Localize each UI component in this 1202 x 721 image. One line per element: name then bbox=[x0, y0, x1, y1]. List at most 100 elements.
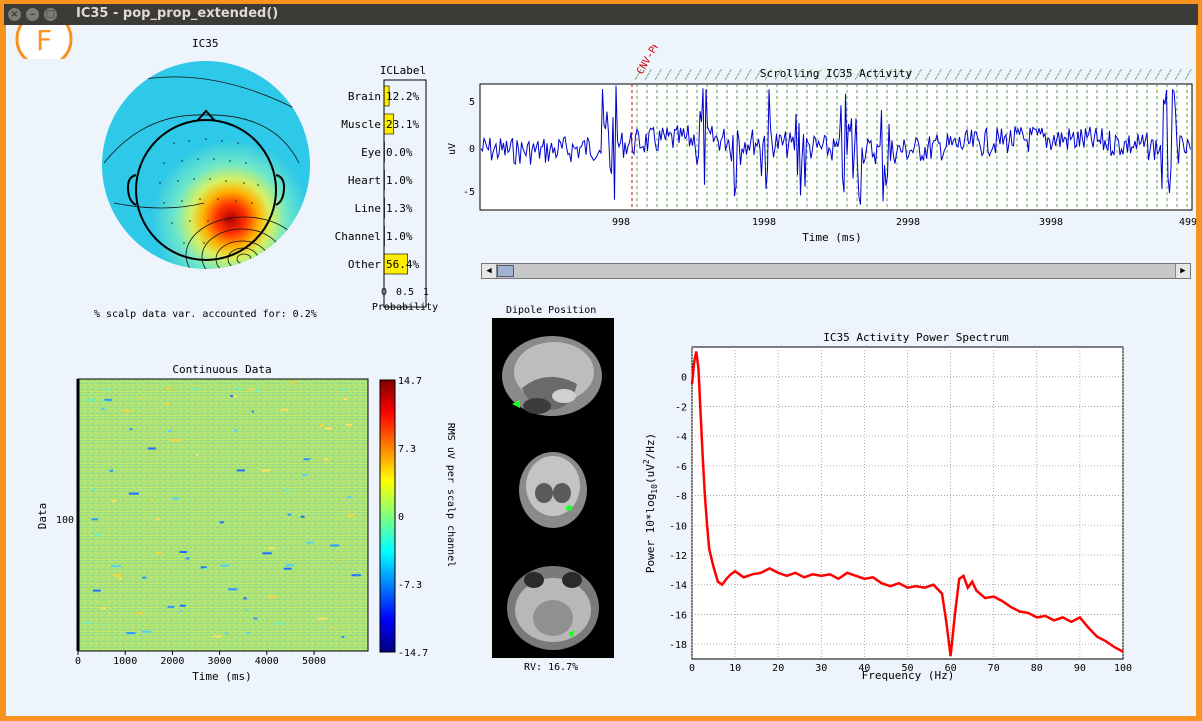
data-streak bbox=[317, 617, 328, 620]
window-title: IC35 - pop_prop_extended() bbox=[76, 6, 279, 21]
data-streak bbox=[213, 635, 221, 638]
figure-canvas: F IC35 % scalp data var. accounted for: … bbox=[6, 25, 1196, 716]
data-streak bbox=[319, 424, 324, 427]
iclabel-category: Muscle bbox=[341, 118, 381, 131]
data-streak bbox=[109, 469, 114, 472]
data-streak bbox=[91, 518, 99, 521]
data-streak bbox=[306, 541, 314, 544]
data-streak bbox=[287, 513, 292, 516]
spectrum-ytick: -4 bbox=[675, 432, 687, 443]
scroll-left-icon[interactable]: ◀ bbox=[482, 264, 497, 278]
data-streak bbox=[111, 565, 121, 568]
data-streak bbox=[126, 632, 136, 635]
data-streak bbox=[347, 514, 355, 517]
spectrum-xtick: 90 bbox=[1074, 663, 1086, 674]
spectrum-ytick: -14 bbox=[669, 581, 687, 592]
spectrum-xtick: 10 bbox=[729, 663, 741, 674]
data-streak bbox=[203, 567, 208, 570]
activity-ytick: -5 bbox=[463, 187, 475, 198]
close-window-icon[interactable]: × bbox=[8, 8, 21, 21]
iclabel-tick: 0 bbox=[381, 287, 387, 298]
data-streak bbox=[185, 557, 190, 560]
data-streak bbox=[165, 403, 170, 405]
data-streak bbox=[147, 447, 156, 450]
scalp-topomap bbox=[102, 61, 310, 269]
data-streak bbox=[136, 612, 144, 615]
data-streak bbox=[104, 388, 111, 391]
iclabel-value: 56.4% bbox=[386, 258, 419, 271]
data-streak bbox=[170, 439, 181, 442]
colorbar-tick: 0 bbox=[398, 512, 404, 523]
data-streak bbox=[129, 428, 133, 431]
data-streak bbox=[141, 630, 152, 633]
data-streak bbox=[268, 547, 275, 550]
scrollbar-thumb[interactable] bbox=[497, 265, 514, 277]
panel-letter-badge: F bbox=[15, 25, 73, 59]
spectrum-ytick: 0 bbox=[681, 373, 687, 384]
data-streak bbox=[82, 622, 91, 624]
activity-xtick: 3998 bbox=[1039, 217, 1063, 228]
spectrum-ytick: -18 bbox=[669, 640, 687, 651]
spectrum-ytick: -2 bbox=[675, 402, 687, 413]
data-streak bbox=[104, 398, 113, 401]
data-streak bbox=[355, 573, 360, 576]
data-streak bbox=[172, 497, 179, 500]
colorbar-tick: 7.3 bbox=[398, 444, 416, 455]
data-streak bbox=[228, 588, 238, 591]
data-streak bbox=[156, 551, 162, 554]
data-streak bbox=[347, 496, 353, 499]
spectrum-xtick: 0 bbox=[689, 663, 695, 674]
data-streak bbox=[128, 492, 139, 495]
sagittal-slice bbox=[502, 336, 602, 416]
data-streak bbox=[142, 576, 147, 579]
dipole-mri-views bbox=[492, 318, 614, 658]
dipole-rv: RV: 16.7% bbox=[524, 662, 579, 673]
erpimage-title: Continuous Data bbox=[172, 363, 271, 376]
spectrum-xtick: 30 bbox=[815, 663, 827, 674]
data-streak bbox=[224, 632, 229, 635]
title-bar: × – □ IC35 - pop_prop_extended() bbox=[4, 4, 1198, 25]
activity-xtick: 2998 bbox=[896, 217, 920, 228]
scroll-right-icon[interactable]: ▶ bbox=[1175, 264, 1190, 278]
activity-xtick: 1998 bbox=[752, 217, 776, 228]
colorbar-tick: -7.3 bbox=[398, 580, 422, 591]
coronal-slice bbox=[519, 452, 587, 528]
minimize-window-icon[interactable]: – bbox=[26, 8, 39, 21]
data-streak bbox=[165, 387, 172, 390]
data-streak bbox=[111, 499, 117, 502]
data-streak bbox=[253, 617, 258, 620]
spectrum-ytick: -6 bbox=[675, 462, 687, 473]
activity-ytick: 0 bbox=[469, 144, 475, 155]
activity-scrollbar[interactable]: ◀ ▶ bbox=[481, 263, 1191, 279]
iclabel-category: Eye bbox=[361, 146, 381, 159]
data-streak bbox=[155, 518, 160, 521]
spectrum-ytick: -12 bbox=[669, 551, 687, 562]
activity-xtick: 998 bbox=[612, 217, 630, 228]
spectrum-ytick: -16 bbox=[669, 610, 687, 621]
spectrum-ytick: -10 bbox=[669, 521, 687, 532]
data-streak bbox=[302, 474, 307, 477]
data-streak bbox=[253, 389, 261, 392]
event-marker-label: ~~~ bbox=[1182, 67, 1195, 82]
data-streak bbox=[323, 458, 329, 461]
data-streak bbox=[245, 609, 248, 612]
data-streak bbox=[118, 577, 122, 580]
iclabel-tick: 0.5 bbox=[396, 287, 414, 298]
data-streak bbox=[179, 604, 186, 607]
data-streak bbox=[325, 427, 333, 430]
iclabel-value: 1.0% bbox=[386, 174, 413, 187]
spectrum-title: IC35 Activity Power Spectrum bbox=[823, 331, 1009, 344]
data-streak bbox=[345, 423, 352, 426]
data-streak bbox=[113, 574, 121, 577]
maximize-window-icon[interactable]: □ bbox=[44, 8, 57, 21]
iclabel-value: 0.0% bbox=[386, 146, 413, 159]
data-streak bbox=[92, 589, 101, 592]
power-spectrum-chart: IC35 Activity Power Spectrum 0 10 20 30 40 50… bbox=[642, 331, 1132, 682]
iclabel-tick: 1 bbox=[423, 287, 429, 298]
panel-letter: F bbox=[36, 25, 52, 57]
iclabel-title: ICLabel bbox=[380, 64, 426, 77]
data-streak bbox=[141, 396, 144, 399]
erpimage-xtick: 4000 bbox=[255, 656, 279, 667]
data-streak bbox=[192, 388, 198, 390]
data-streak bbox=[219, 521, 224, 524]
